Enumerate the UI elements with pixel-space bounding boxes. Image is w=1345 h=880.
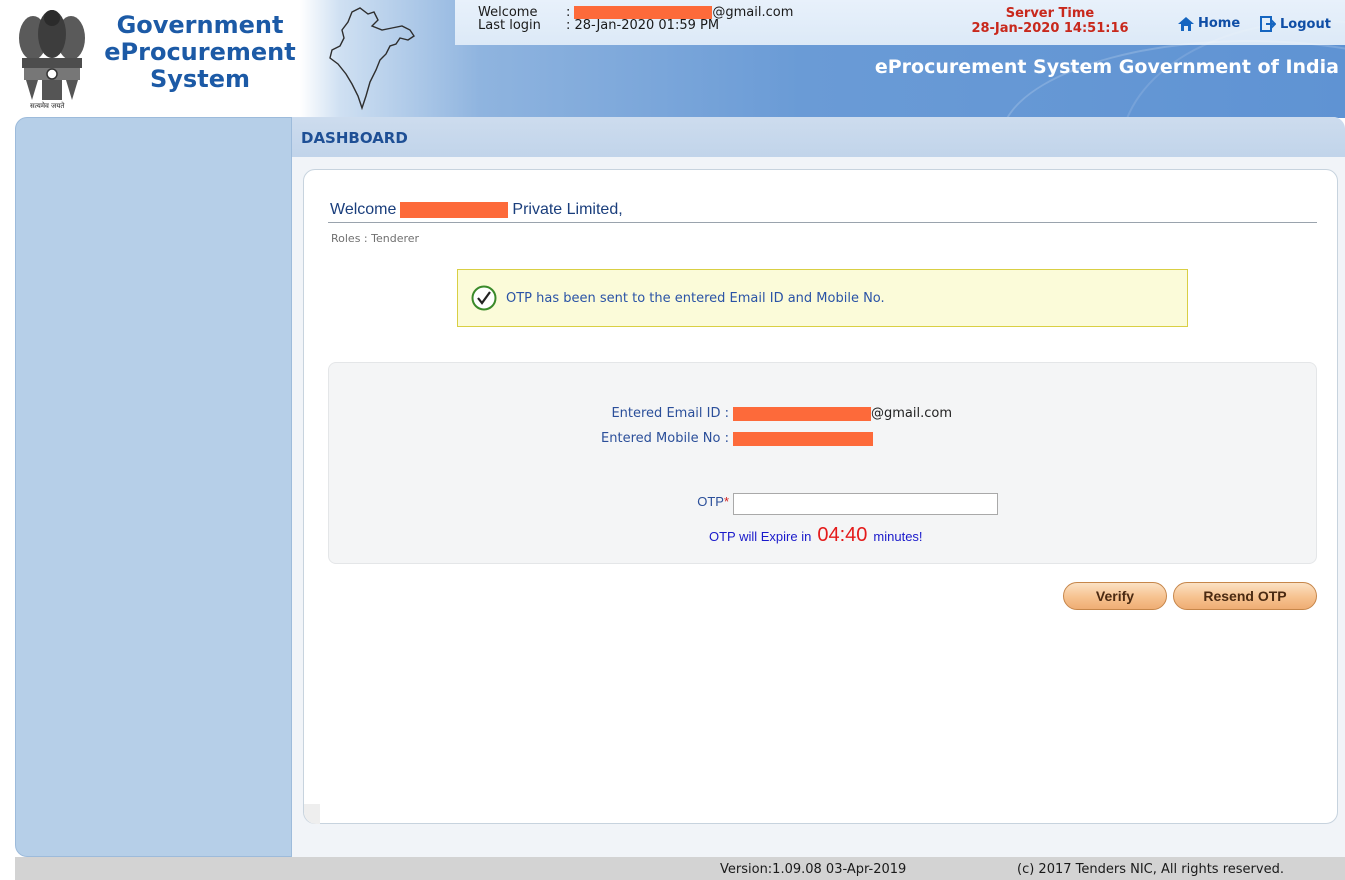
page-title: DASHBOARD [301,129,408,147]
redacted-company-name [400,202,509,218]
dashboard-bar: DASHBOARD [292,117,1345,157]
required-marker: * [723,494,729,509]
home-icon [1178,16,1194,31]
divider [328,222,1317,223]
check-circle-icon [471,285,497,311]
otp-sent-message: OTP has been sent to the entered Email I… [457,269,1188,327]
resend-otp-button[interactable]: Resend OTP [1173,582,1317,610]
user-roles: Roles : Tenderer [331,232,420,245]
email-label: Entered Email ID : [611,406,729,421]
logo-line: eProcurement [104,38,296,66]
national-emblem-icon [8,6,96,116]
otp-label-text: OTP [697,494,724,509]
email-value: @gmail.com [733,406,952,421]
welcome-prefix: Welcome [330,201,397,218]
expire-prefix: OTP will Expire in [709,529,812,544]
redacted-email [733,406,871,421]
last-login-label: Last login [478,18,541,33]
last-login-value: : 28-Jan-2020 01:59 PM [566,18,720,33]
logout-icon [1260,16,1276,32]
welcome-heading: Welcome Private Limited, [330,201,623,219]
server-time-label: Server Time [1005,6,1095,21]
otp-countdown: 04:40 [817,524,868,546]
otp-form: Entered Email ID : @gmail.com Entered Mo… [328,362,1317,564]
server-time: Server Time 28-Jan-2020 14:51:16 [950,6,1150,36]
logo-line: System [150,65,250,93]
copyright: (c) 2017 Tenders NIC, All rights reserve… [1017,862,1284,877]
site-logo-text[interactable]: Government eProcurement System [100,12,300,93]
logo-line: Government [116,11,284,39]
portal-title: eProcurement System Government of India [874,56,1339,78]
otp-sent-message-text: OTP has been sent to the entered Email I… [506,291,885,306]
welcome-suffix: Private Limited, [512,201,623,218]
verify-button[interactable]: Verify [1063,582,1167,610]
mobile-label: Entered Mobile No : [601,431,729,446]
footer: Version:1.09.08 03-Apr-2019 (c) 2017 Ten… [15,857,1345,880]
content-panel: Welcome Private Limited, Roles : Tendere… [303,169,1338,824]
otp-expiry-notice: OTP will Expire in 04:40 minutes! [709,524,923,547]
otp-input[interactable] [733,493,998,515]
version-info: Version:1.09.08 03-Apr-2019 [720,862,907,877]
home-link[interactable]: Home [1178,16,1240,31]
server-time-value: 28-Jan-2020 14:51:16 [971,21,1129,36]
emblem-motto: सत्यमेव जयते [30,102,65,110]
logout-link[interactable]: Logout [1260,16,1331,32]
home-link-label: Home [1198,16,1241,31]
otp-label: OTP* [669,494,729,509]
user-session-info: Welcome : @gmail.com Last login : 28-Jan… [478,6,793,32]
expire-suffix: minutes! [873,529,923,544]
redacted-mobile-number [733,432,873,446]
india-map-icon [329,7,415,111]
main-area: DASHBOARD Welcome Private Limited, Roles… [292,117,1345,857]
logout-link-label: Logout [1280,16,1331,32]
welcome-email-suffix: @gmail.com [712,5,794,20]
site-header: सत्यमेव जयते Government eProcurement Sys… [0,0,1345,118]
panel-corner [304,804,320,824]
sidebar [15,117,292,857]
email-suffix: @gmail.com [871,406,953,421]
